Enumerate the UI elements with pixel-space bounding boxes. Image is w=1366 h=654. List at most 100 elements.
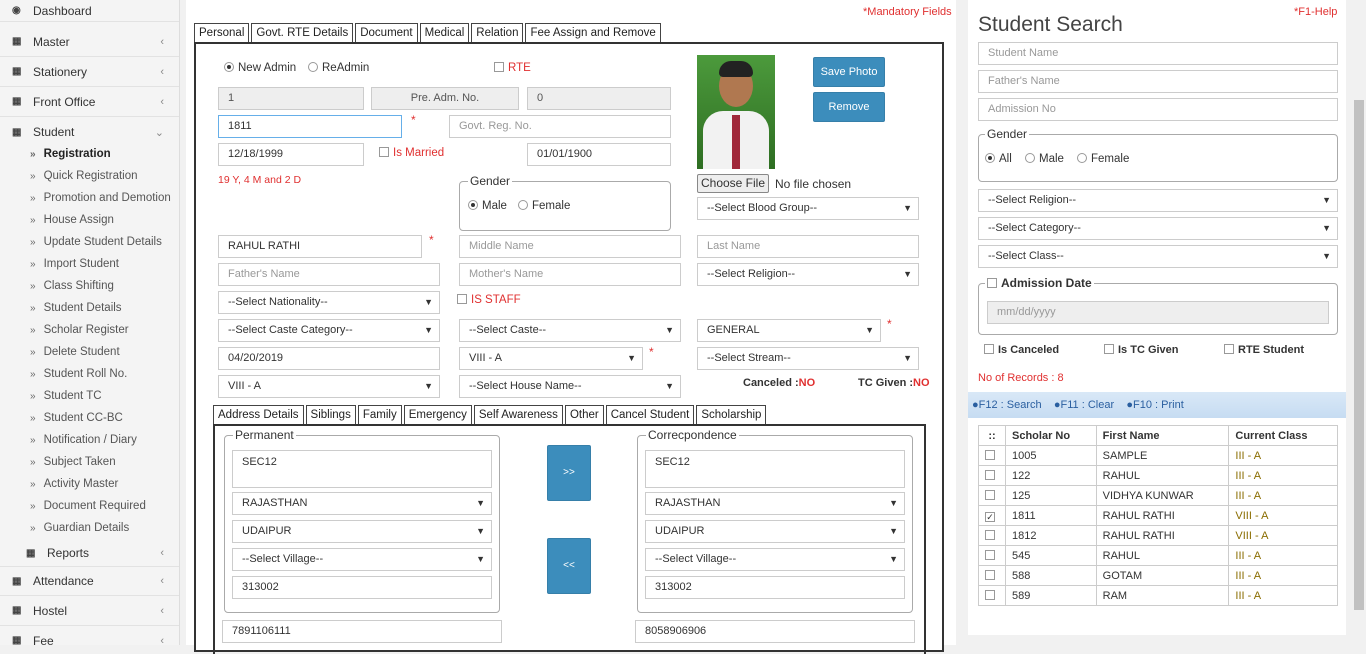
is-tc-checkbox[interactable]: Is TC Given	[1104, 344, 1179, 356]
male-filter-radio[interactable]: Male	[1025, 153, 1064, 165]
sidebar-subitem[interactable]: » Import Student	[30, 258, 119, 270]
caste-category-select[interactable]: --Select Caste Category-- ▼	[218, 319, 440, 342]
tab[interactable]: Scholarship	[696, 405, 767, 425]
correspondence-pin-field[interactable]: 313002	[645, 576, 905, 599]
copy-to-correspondence-button[interactable]: >>	[547, 445, 591, 501]
tab[interactable]: Address Details	[213, 405, 304, 425]
row-checkbox[interactable]	[985, 569, 995, 580]
table-row[interactable]: ✓ 1811 RAHUL RATHI VIII - A	[978, 505, 1338, 526]
permanent-address-field[interactable]: SEC12	[232, 450, 492, 488]
tab[interactable]: Other	[564, 405, 604, 425]
is-canceled-checkbox[interactable]: Is Canceled	[984, 344, 1059, 356]
permanent-state-select[interactable]: RAJASTHAN ▼	[232, 492, 492, 515]
page-scrollbar[interactable]	[1352, 0, 1366, 645]
table-row[interactable]: 1812 RAHUL RATHI VIII - A	[978, 525, 1338, 546]
row-checkbox[interactable]	[985, 469, 995, 480]
tab[interactable]: Siblings	[305, 405, 356, 425]
sidebar-item-fee[interactable]: ▦ Fee ‹	[0, 626, 179, 646]
tab[interactable]: Self Awareness	[473, 405, 563, 425]
rte-student-checkbox[interactable]: RTE Student	[1224, 344, 1304, 356]
sidebar-subitem[interactable]: » Registration	[30, 148, 111, 160]
sidebar-item-attendance[interactable]: ▦ Attendance ‹	[0, 566, 179, 596]
sidebar-item-stationery[interactable]: ▦ Stationery ‹	[0, 57, 179, 87]
sidebar-subitem[interactable]: » Notification / Diary	[30, 434, 137, 446]
sidebar-subitem[interactable]: » Delete Student	[30, 346, 120, 358]
sidebar-subitem[interactable]: » Promotion and Demotion	[30, 192, 171, 204]
last-name-field[interactable]: Last Name	[697, 235, 919, 258]
religion-filter[interactable]: --Select Religion-- ▼	[978, 189, 1338, 212]
sidebar-subitem[interactable]: » House Assign	[30, 214, 114, 226]
table-row[interactable]: 1005 SAMPLE III - A	[978, 445, 1338, 466]
tab[interactable]: Emergency	[403, 405, 472, 425]
religion-select[interactable]: --Select Religion-- ▼	[697, 263, 919, 286]
rte-checkbox[interactable]: RTE	[494, 62, 531, 74]
student-name-search[interactable]: Student Name	[978, 42, 1338, 65]
sidebar-item-front-office[interactable]: ▦ Front Office ‹	[0, 87, 179, 117]
is-married-checkbox[interactable]: Is Married	[379, 147, 444, 159]
admission-date-input[interactable]: mm/dd/yyyy	[987, 301, 1329, 324]
sidebar-item-hostel[interactable]: ▦ Hostel ‹	[0, 596, 179, 626]
correspondence-address-field[interactable]: SEC12	[645, 450, 905, 488]
scholar-no-field[interactable]: 1811	[218, 115, 402, 138]
sidebar-item-student[interactable]: ▦ Student ⌄	[0, 117, 179, 147]
table-row[interactable]: 122 RAHUL III - A	[978, 465, 1338, 486]
admission-date-field[interactable]: 04/20/2019	[218, 347, 440, 370]
table-row[interactable]: 545 RAHUL III - A	[978, 545, 1338, 566]
category-select[interactable]: GENERAL ▼	[697, 319, 881, 342]
class-select[interactable]: VIII - A ▼	[459, 347, 643, 370]
row-checkbox[interactable]	[985, 489, 995, 500]
correspondence-village-select[interactable]: --Select Village-- ▼	[645, 548, 905, 571]
tab[interactable]: Family	[357, 405, 402, 425]
tab[interactable]: Fee Assign and Remove	[525, 23, 661, 43]
row-checkbox[interactable]	[985, 549, 995, 560]
copy-to-permanent-button[interactable]: <<	[547, 538, 591, 594]
sidebar-subitem[interactable]: » Scholar Register	[30, 324, 129, 336]
row-checkbox[interactable]	[985, 589, 995, 600]
is-staff-checkbox[interactable]: IS STAFF	[457, 294, 521, 306]
sidebar-subitem[interactable]: » Quick Registration	[30, 170, 138, 182]
sidebar-item-reports[interactable]: ▦ Reports ‹	[0, 538, 179, 568]
permanent-city-select[interactable]: UDAIPUR ▼	[232, 520, 492, 543]
table-row[interactable]: 125 VIDHYA KUNWAR III - A	[978, 485, 1338, 506]
blood-group-select[interactable]: --Select Blood Group-- ▼	[697, 197, 919, 220]
sidebar-item-master[interactable]: ▦ Master ‹	[0, 27, 179, 57]
table-row[interactable]: 588 GOTAM III - A	[978, 565, 1338, 586]
row-checkbox[interactable]: ✓	[985, 511, 995, 522]
permanent-village-select[interactable]: --Select Village-- ▼	[232, 548, 492, 571]
house-select[interactable]: --Select House Name-- ▼	[459, 375, 681, 398]
phone2-field[interactable]: 8058906906	[635, 620, 915, 643]
f11-clear[interactable]: ●F11 : Clear	[1054, 399, 1114, 411]
tab[interactable]: Medical	[419, 23, 470, 43]
sidebar-subitem[interactable]: » Guardian Details	[30, 522, 129, 534]
f10-print[interactable]: ●F10 : Print	[1126, 399, 1183, 411]
correspondence-city-select[interactable]: UDAIPUR ▼	[645, 520, 905, 543]
tab[interactable]: Govt. RTE Details	[251, 23, 354, 43]
nationality-select[interactable]: --Select Nationality-- ▼	[218, 291, 440, 314]
mother-name-field[interactable]: Mother's Name	[459, 263, 681, 286]
sidebar-subitem[interactable]: » Student CC-BC	[30, 412, 123, 424]
tab[interactable]: Personal	[194, 23, 250, 43]
sidebar-subitem[interactable]: » Student Roll No.	[30, 368, 127, 380]
admission-no-field[interactable]: 1	[218, 87, 364, 110]
readmin-radio[interactable]: ReAdmin	[308, 62, 369, 74]
choose-file-button[interactable]: Choose File	[697, 174, 769, 193]
correspondence-state-select[interactable]: RAJASTHAN ▼	[645, 492, 905, 515]
sidebar-subitem[interactable]: » Student TC	[30, 390, 102, 402]
tab[interactable]: Document	[355, 23, 418, 43]
pre-adm-value-field[interactable]: 0	[527, 87, 671, 110]
tab[interactable]: Cancel Student	[605, 405, 695, 425]
admission-no-search[interactable]: Admission No	[978, 98, 1338, 121]
remove-photo-button[interactable]: Remove	[813, 92, 885, 122]
father-name-field[interactable]: Father's Name	[218, 263, 440, 286]
phone1-field[interactable]: 7891106111	[222, 620, 502, 643]
row-checkbox[interactable]	[985, 529, 995, 540]
sidebar-subitem[interactable]: » Update Student Details	[30, 236, 162, 248]
tab[interactable]: Relation	[471, 23, 524, 43]
row-checkbox[interactable]	[985, 449, 995, 460]
first-name-field[interactable]: RAHUL RATHI	[218, 235, 422, 258]
sidebar-subitem[interactable]: » Activity Master	[30, 478, 118, 490]
govt-reg-no-field[interactable]: Govt. Reg. No.	[449, 115, 671, 138]
male-radio[interactable]: Male	[468, 200, 507, 212]
marriage-date-field[interactable]: 01/01/1900	[527, 143, 671, 166]
section-select[interactable]: VIII - A ▼	[218, 375, 440, 398]
